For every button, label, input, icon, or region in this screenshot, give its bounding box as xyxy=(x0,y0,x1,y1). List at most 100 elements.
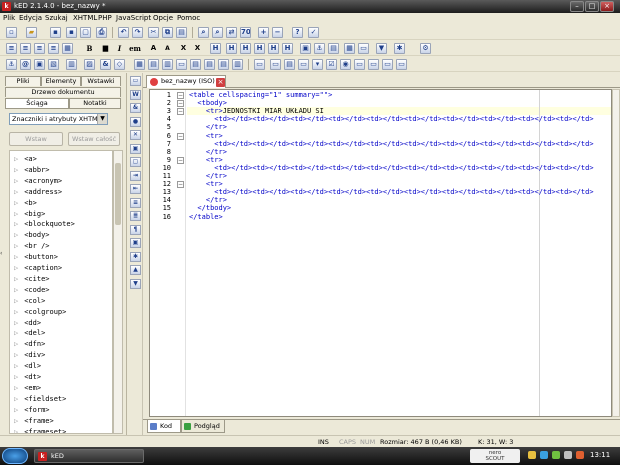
email-link-icon[interactable]: @ xyxy=(20,59,31,70)
thead-icon[interactable]: ▤ xyxy=(190,59,201,70)
tag-list-item[interactable]: ▷ <blockquote> xyxy=(14,220,75,228)
textarea-icon[interactable]: ▤ xyxy=(284,59,295,70)
form-insert-icon[interactable]: ▭ xyxy=(254,59,265,70)
cell-insert-icon[interactable]: ▥ xyxy=(162,59,173,70)
paste-icon[interactable]: ▤ xyxy=(176,27,187,38)
download-icon[interactable]: ▼ xyxy=(130,278,141,289)
tab-sciaga[interactable]: Ściąga xyxy=(5,98,69,108)
close-file-icon[interactable]: ▢ xyxy=(80,27,91,38)
x-icon[interactable]: ✕ xyxy=(130,130,141,140)
tag-list-item[interactable]: ▷ <dfn> xyxy=(14,340,45,348)
cut-icon[interactable]: ✂ xyxy=(148,27,159,38)
tag-list-item[interactable]: ▷ <abbr> xyxy=(14,166,50,174)
close-tab-icon[interactable]: × xyxy=(216,78,225,87)
menu-szukaj[interactable]: Szukaj xyxy=(45,14,68,22)
volume-icon[interactable] xyxy=(564,451,572,459)
taskbar-item-ked[interactable]: k kED xyxy=(34,449,144,463)
upload-icon[interactable]: ▲ xyxy=(130,265,141,275)
tag-list-item[interactable]: ▷ <colgroup> xyxy=(14,308,66,316)
fold-toggle-icon[interactable]: − xyxy=(177,92,184,99)
subscript-button[interactable]: X xyxy=(178,43,189,54)
tfoot-icon[interactable]: ▤ xyxy=(218,59,229,70)
tag-list-item[interactable]: ▷ <caption> xyxy=(14,264,62,272)
menu-php[interactable]: PHP xyxy=(98,14,112,22)
big-text-button[interactable]: A xyxy=(148,43,159,54)
tag-list-item[interactable]: ▷ <code> xyxy=(14,286,50,294)
tag-list-item[interactable]: ▷ <fieldset> xyxy=(14,395,66,403)
tab-elementy[interactable]: Elementy xyxy=(41,76,81,86)
table-insert-icon[interactable]: ▦ xyxy=(134,59,145,70)
tools-icon[interactable]: ⚙ xyxy=(420,43,431,54)
tag-list-item[interactable]: ▷ <dl> xyxy=(14,362,41,370)
box-icon[interactable]: ▢ xyxy=(130,157,141,167)
bold-button[interactable]: B xyxy=(84,43,95,54)
zoom-out-icon[interactable]: − xyxy=(272,27,283,38)
tag-list-item[interactable]: ▷ <col> xyxy=(14,297,45,305)
tag-list-item[interactable]: ▷ <br /> xyxy=(14,242,50,250)
map-icon[interactable]: ▧ xyxy=(48,59,59,70)
tag-list-scrollbar[interactable] xyxy=(113,150,123,434)
tab-kod[interactable]: Kod xyxy=(147,420,181,433)
heading-2-icon[interactable]: H xyxy=(226,43,237,54)
tray-icon-3[interactable] xyxy=(552,451,560,459)
tag-list-item[interactable]: ▷ <dt> xyxy=(14,373,41,381)
fieldset-icon[interactable]: ▭ xyxy=(396,59,407,70)
tray-icon-5[interactable] xyxy=(576,451,584,459)
hidden-field-icon[interactable]: ▭ xyxy=(368,59,379,70)
image-icon[interactable]: ▣ xyxy=(300,43,311,54)
menu-xhtml[interactable]: XHTML xyxy=(73,14,97,22)
fold-toggle-icon[interactable]: − xyxy=(177,156,184,164)
new-file-icon[interactable]: ▫ xyxy=(6,27,17,38)
tag-list-item[interactable]: ▷ <cite> xyxy=(14,275,50,283)
indent-icon[interactable]: ⇥ xyxy=(130,170,141,181)
start-button[interactable] xyxy=(2,448,28,464)
ampersand-icon[interactable]: & xyxy=(130,103,141,113)
label-icon[interactable]: ▭ xyxy=(382,59,393,70)
menu-pomoc[interactable]: Pomoc xyxy=(177,14,200,22)
anchor-icon[interactable]: ⚓ xyxy=(6,59,17,70)
heading-4-icon[interactable]: H xyxy=(254,43,265,54)
help-icon[interactable]: ? xyxy=(292,27,303,38)
replace-icon[interactable]: ⇄ xyxy=(226,27,237,38)
tab-notatki[interactable]: Notatki xyxy=(69,98,121,108)
menu-opcje[interactable]: Opcje xyxy=(153,14,173,22)
menu-plik[interactable]: Plik xyxy=(3,14,15,22)
outdent-icon[interactable]: ⇤ xyxy=(130,184,141,194)
fold-toggle-icon[interactable]: − xyxy=(177,108,184,116)
tag-list-item[interactable]: ▷ <acronym> xyxy=(14,177,62,185)
wizard-icon[interactable]: ✱ xyxy=(394,43,405,54)
em-button[interactable]: em xyxy=(128,43,142,54)
code-editor[interactable]: 1−2−3−4 5 6−7 8 9−10 11 12−13 14 15 16 <table cel… xyxy=(149,89,612,417)
tag-icon[interactable]: ▭ xyxy=(130,76,141,86)
fold-toggle-icon[interactable]: − xyxy=(177,181,184,189)
pilcrow-icon[interactable]: ¶ xyxy=(130,224,141,235)
goto-line-icon[interactable]: 70 xyxy=(240,27,251,38)
tab-drzewo-dokumentu[interactable]: Drzewo dokumentu xyxy=(5,87,121,97)
radio-icon[interactable]: ◉ xyxy=(340,59,351,70)
tab-wstawki[interactable]: Wstawki xyxy=(81,76,121,86)
list-icon[interactable]: ≡ xyxy=(34,43,45,54)
password-icon[interactable]: ▭ xyxy=(354,59,365,70)
maximize-button[interactable]: □ xyxy=(585,1,599,12)
italic-button[interactable]: I xyxy=(114,43,125,54)
tag-list-item[interactable]: ▷ <address> xyxy=(14,188,62,196)
form-icon[interactable]: ▭ xyxy=(358,43,369,54)
save-icon[interactable]: ▪ xyxy=(50,27,61,38)
div-icon[interactable]: ▦ xyxy=(62,43,73,54)
list-icon[interactable]: ≣ xyxy=(130,211,141,221)
save-all-icon[interactable]: ▪ xyxy=(66,27,77,38)
tab-podglad[interactable]: Podgląd xyxy=(181,420,225,433)
tag-list-item[interactable]: ▷ <dd> xyxy=(14,319,41,327)
copy-icon[interactable]: ⧉ xyxy=(162,27,173,38)
wrap-icon[interactable]: ≡ xyxy=(130,197,141,208)
w-icon[interactable]: W xyxy=(130,89,141,100)
tag-list-item[interactable]: ▷ <form> xyxy=(14,406,50,414)
comment-icon[interactable]: ▤ xyxy=(328,43,339,54)
select-all-icon[interactable]: ▣ xyxy=(130,238,141,248)
code-tag-icon[interactable]: ◇ xyxy=(114,59,125,70)
menu-edycja[interactable]: Edycja xyxy=(19,14,42,22)
print-icon[interactable]: ⎙ xyxy=(96,27,107,38)
strong-icon[interactable]: ▆ xyxy=(100,43,111,54)
tag-list-item[interactable]: ▷ <big> xyxy=(14,210,45,218)
tag-list-item[interactable]: ▷ <a> xyxy=(14,155,37,163)
